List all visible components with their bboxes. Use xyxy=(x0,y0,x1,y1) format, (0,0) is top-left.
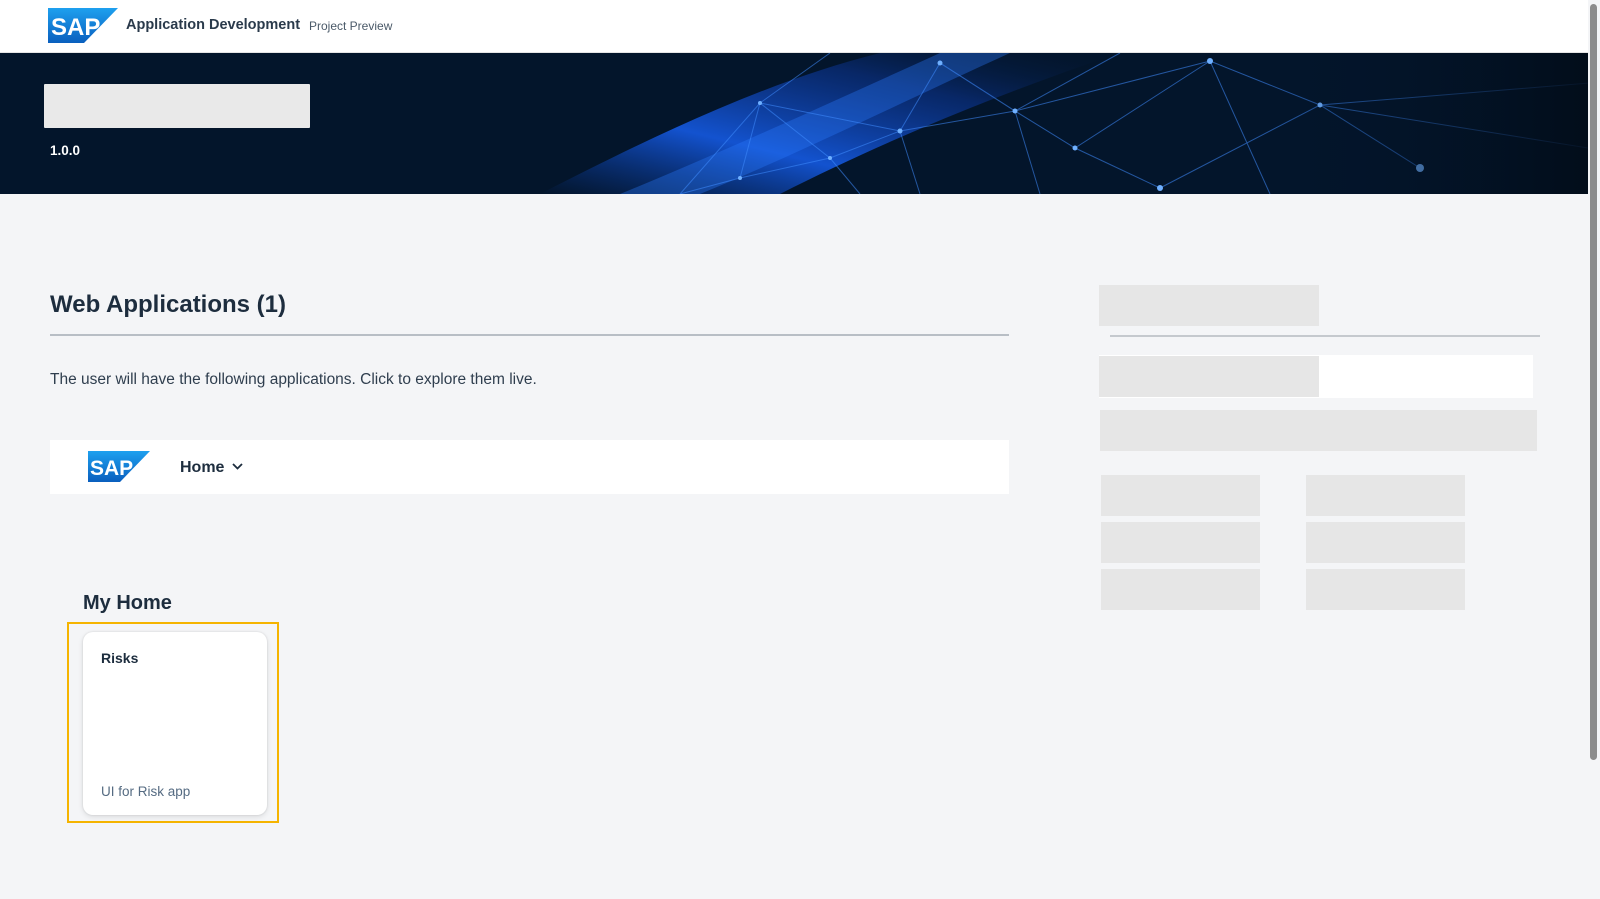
preview-sap-logo[interactable]: SAP xyxy=(88,451,150,482)
group-title: My Home xyxy=(83,592,172,614)
placeholder-cell xyxy=(1306,522,1465,563)
app-subtitle: Project Preview xyxy=(309,19,393,33)
tile-subtitle: UI for Risk app xyxy=(101,784,191,799)
home-menu-label: Home xyxy=(180,459,225,476)
placeholder-wide-line xyxy=(1100,410,1537,451)
app-title: Application Development xyxy=(126,17,301,33)
risks-app-tile[interactable]: Risks UI for Risk app xyxy=(83,632,267,815)
placeholder-line xyxy=(1099,356,1319,397)
section-title: Web Applications (1) xyxy=(50,291,287,318)
scrollbar-thumb[interactable] xyxy=(1590,4,1597,760)
svg-text:SAP: SAP xyxy=(90,457,133,480)
hero-banner: 1.0.0 xyxy=(0,53,1588,194)
app-preview-shell-bar: SAP Home xyxy=(50,440,1009,494)
svg-text:SAP: SAP xyxy=(51,14,100,41)
section-divider xyxy=(50,334,1009,336)
tile-title: Risks xyxy=(101,650,139,666)
sap-logo[interactable]: SAP xyxy=(48,8,118,43)
version-label: 1.0.0 xyxy=(50,143,81,158)
placeholder-cell xyxy=(1101,522,1260,563)
placeholder-cell xyxy=(1306,475,1465,516)
placeholder-heading xyxy=(1099,285,1319,326)
placeholder-cell xyxy=(1101,475,1260,516)
chevron-down-icon xyxy=(232,457,244,475)
shell-bar: SAP Application Development Project Prev… xyxy=(0,0,1600,53)
page-scrollbar[interactable] xyxy=(1588,0,1600,899)
hero-title-placeholder xyxy=(44,84,310,128)
panel-divider xyxy=(1110,335,1540,337)
home-menu-button[interactable]: Home xyxy=(180,457,244,477)
placeholder-cell xyxy=(1101,569,1260,610)
section-description: The user will have the following applica… xyxy=(50,371,537,388)
placeholder-cell xyxy=(1306,569,1465,610)
